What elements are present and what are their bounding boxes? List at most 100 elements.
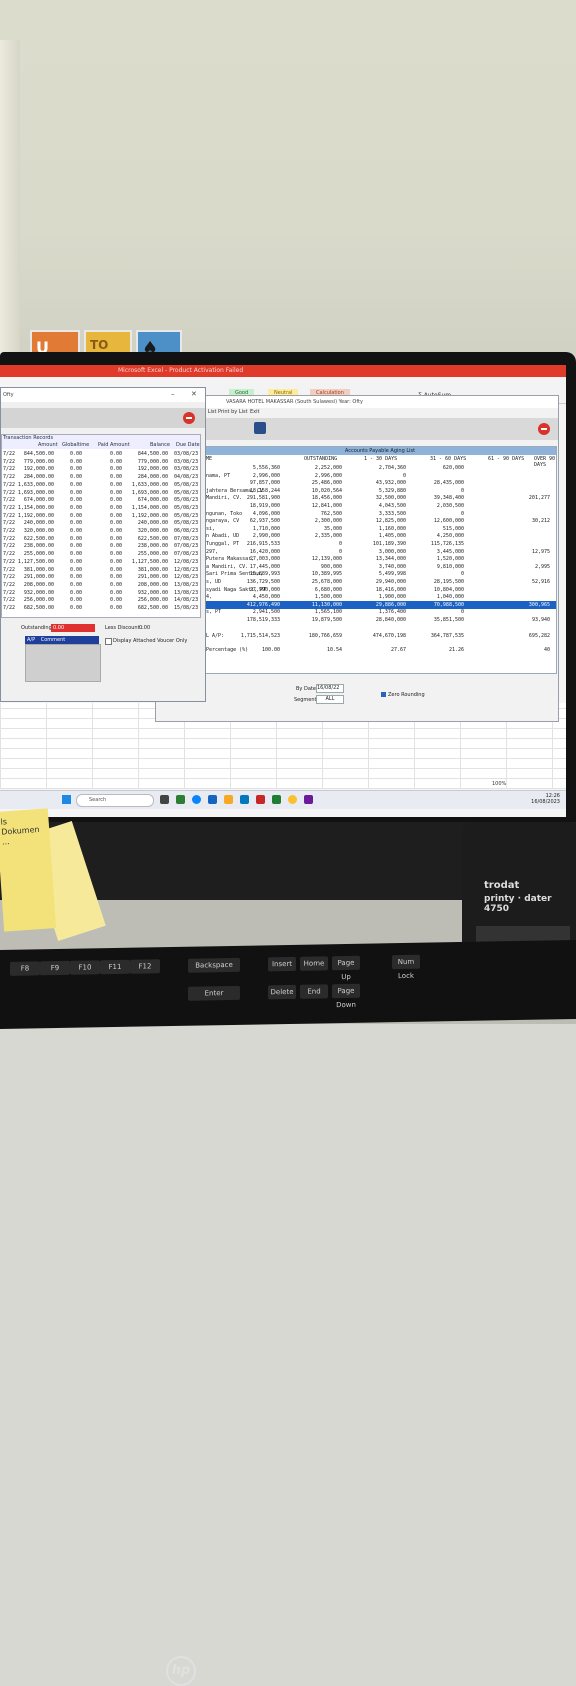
- keyboard-key[interactable]: F10: [70, 960, 100, 975]
- keyboard-key[interactable]: Num Lock: [392, 954, 420, 980]
- less-discount-label: Less Discount :: [105, 625, 143, 631]
- minimize-icon[interactable]: –: [171, 390, 175, 398]
- windows-start-icon[interactable]: [62, 795, 71, 804]
- transaction-cell: 238,000.00: [23, 543, 54, 550]
- report-cell: 0: [460, 571, 464, 578]
- transaction-row[interactable]: 7/22 320,000.00 0.00 0.00 320,000.00 06/08/23: [2, 527, 200, 535]
- transaction-cell: 291,000.00: [137, 574, 168, 581]
- app-icon[interactable]: [256, 795, 265, 804]
- keyboard-key[interactable]: Insert: [268, 956, 296, 972]
- transaction-row[interactable]: 7/22 1,127,500.00 0.00 0.00 1,127,500.00 12/0…: [2, 558, 200, 566]
- menu-exit[interactable]: Exit: [250, 409, 259, 415]
- keyboard-key[interactable]: F11: [100, 959, 130, 975]
- keyboard-key[interactable]: Page Down: [332, 983, 360, 1009]
- report-row[interactable]: 1,715,514,523 180,766,659 474,670,198 364,7…: [204, 632, 556, 640]
- transaction-cell: 05/08/23: [174, 504, 199, 511]
- transaction-cell: 240,000.00: [23, 520, 54, 527]
- printer-icon[interactable]: [254, 422, 266, 434]
- mail-icon[interactable]: [208, 795, 217, 804]
- report-cell: 27,003,000: [249, 556, 280, 563]
- report-cell: 1,710,000: [252, 525, 280, 532]
- window-close-icon[interactable]: ✕: [191, 390, 197, 398]
- transaction-row[interactable]: 7/22 255,000.00 0.00 0.00 255,000.00 07/08/23: [2, 550, 200, 558]
- report-cell: 900,000: [320, 563, 342, 570]
- app2-icon[interactable]: [304, 795, 313, 804]
- transaction-cell: 0.00: [109, 581, 122, 588]
- menu-print-by-list[interactable]: Print by List: [218, 409, 248, 415]
- transaction-row[interactable]: 7/22 779,000.00 0.00 0.00 779,000.00 03/08/23: [2, 458, 200, 466]
- transaction-row[interactable]: 7/22 1,154,000.00 0.00 0.00 1,154,000.00 05/0…: [2, 504, 200, 512]
- transaction-cell: 779,000.00: [23, 458, 54, 465]
- transaction-row[interactable]: 7/22 932,000.00 0.00 0.00 932,000.00 13/08/23: [2, 589, 200, 597]
- transaction-row[interactable]: 7/22 674,000.00 0.00 0.00 674,000.00 05/08/23: [2, 496, 200, 504]
- keyboard-key[interactable]: End: [300, 984, 328, 999]
- aging-report: Accounts Payable Aging List ME OUTSTANDIN…: [203, 446, 557, 674]
- report-cell: 6,680,000: [314, 586, 342, 593]
- transaction-cell: 0.00: [69, 458, 82, 465]
- keyboard-key[interactable]: Backspace: [188, 957, 240, 973]
- transaction-cell: 0.00: [69, 474, 82, 481]
- transaction-cell: 13/08/23: [174, 589, 199, 596]
- transaction-row[interactable]: 7/22 208,000.00 0.00 0.00 208,000.00 13/08/23: [2, 581, 200, 589]
- transaction-row[interactable]: 7/22 256,000.00 0.00 0.00 256,000.00 14/08/23: [2, 596, 200, 604]
- transaction-cell: 256,000.00: [23, 597, 54, 604]
- transaction-cell: 208,000.00: [23, 581, 54, 588]
- comment-box[interactable]: [25, 644, 101, 682]
- keyboard-key[interactable]: F9: [40, 960, 70, 976]
- report-row[interactable]: 178,519,333 19,879,500 28,840,000 35,851,50…: [204, 616, 556, 624]
- report-cell: a Mandiri, CV.: [206, 563, 249, 570]
- transaction-row[interactable]: 7/22 682,500.00 0.00 0.00 682,500.00 15/08/23: [2, 604, 200, 612]
- store-icon[interactable]: [240, 795, 249, 804]
- zero-rounding-checkbox[interactable]: [381, 692, 386, 697]
- report-cell: 18,919,000: [249, 503, 280, 509]
- transaction-cell: 7/22: [3, 605, 16, 611]
- report-row[interactable]: 100.00 10.54 27.67 21.26 40: [204, 646, 556, 654]
- close-icon[interactable]: [183, 412, 195, 424]
- transaction-cell: 7/22: [3, 589, 16, 596]
- transaction-row[interactable]: 7/22 622,500.00 0.00 0.00 622,500.00 07/08/23: [2, 535, 200, 543]
- keyboard-key[interactable]: F12: [130, 959, 160, 974]
- keyboard-key[interactable]: Delete: [268, 984, 296, 1000]
- display-voucher-label: Display Attached Voucer Only: [113, 638, 188, 644]
- excel-icon[interactable]: [272, 795, 281, 804]
- zero-rounding-label: Zero Rounding: [388, 692, 425, 698]
- transaction-row[interactable]: 7/22 284,000.00 0.00 0.00 284,000.00 04/08/23: [2, 473, 200, 481]
- close-icon[interactable]: [538, 423, 550, 435]
- transaction-row[interactable]: 7/22 1,693,000.00 0.00 0.00 1,693,000.00 05/0…: [2, 489, 200, 497]
- outstanding-field[interactable]: 0.00: [51, 624, 95, 632]
- transaction-row[interactable]: 7/22 240,000.00 0.00 0.00 240,000.00 05/08/23: [2, 519, 200, 527]
- folder-icon[interactable]: [224, 795, 233, 804]
- report-cell: 10.54: [326, 646, 342, 653]
- chrome-icon[interactable]: [288, 795, 297, 804]
- taskbar-search[interactable]: Search: [76, 794, 154, 807]
- date-stamp: trodat printy · dater 4750: [462, 822, 576, 954]
- keyboard-key[interactable]: Enter: [188, 985, 240, 1001]
- report-cell: 10,020,564: [311, 487, 342, 494]
- report-cell: 0: [338, 541, 342, 547]
- transaction-cell: 674,000.00: [23, 497, 54, 504]
- task-view-icon[interactable]: [160, 795, 169, 804]
- report-cell: 15,889,993: [249, 571, 280, 578]
- widgets-icon[interactable]: [176, 795, 185, 804]
- transaction-row[interactable]: 7/22 238,000.00 0.00 0.00 238,000.00 07/08/23: [2, 542, 200, 550]
- edge-icon[interactable]: [192, 795, 201, 804]
- by-date-field[interactable]: 16/08/22: [316, 684, 344, 693]
- transaction-cell: 07/08/23: [174, 535, 199, 542]
- transaction-row[interactable]: 7/22 1,633,000.00 0.00 0.00 1,633,000.00 05/0…: [2, 481, 200, 489]
- keyboard-key[interactable]: F8: [10, 961, 40, 976]
- keyboard-key[interactable]: Page Up: [332, 955, 360, 981]
- transaction-row[interactable]: 7/22 381,000.00 0.00 0.00 381,000.00 12/08/23: [2, 566, 200, 574]
- transaction-cell: 0.00: [109, 551, 122, 558]
- segment-field[interactable]: ALL: [316, 695, 344, 704]
- transaction-cell: 622,500.00: [137, 535, 168, 542]
- transaction-row[interactable]: 7/22 844,500.00 0.00 0.00 844,500.00 03/08/23: [2, 450, 200, 458]
- keyboard-key[interactable]: Home: [300, 956, 328, 971]
- report-cell: 297,: [206, 548, 219, 555]
- display-voucher-checkbox[interactable]: [105, 638, 112, 645]
- transaction-row[interactable]: 7/22 291,000.00 0.00 0.00 291,000.00 12/08/23: [2, 573, 200, 581]
- taskbar-clock[interactable]: 12:26 16/08/2023: [531, 793, 560, 805]
- transaction-cell: 06/08/23: [174, 528, 199, 534]
- transaction-row[interactable]: 7/22 192,000.00 0.00 0.00 192,000.00 03/08/23: [2, 465, 200, 473]
- transaction-row[interactable]: 7/22 1,192,000.00 0.00 0.00 1,192,000.00 05/0…: [2, 512, 200, 520]
- transaction-cell: 0.00: [109, 566, 122, 573]
